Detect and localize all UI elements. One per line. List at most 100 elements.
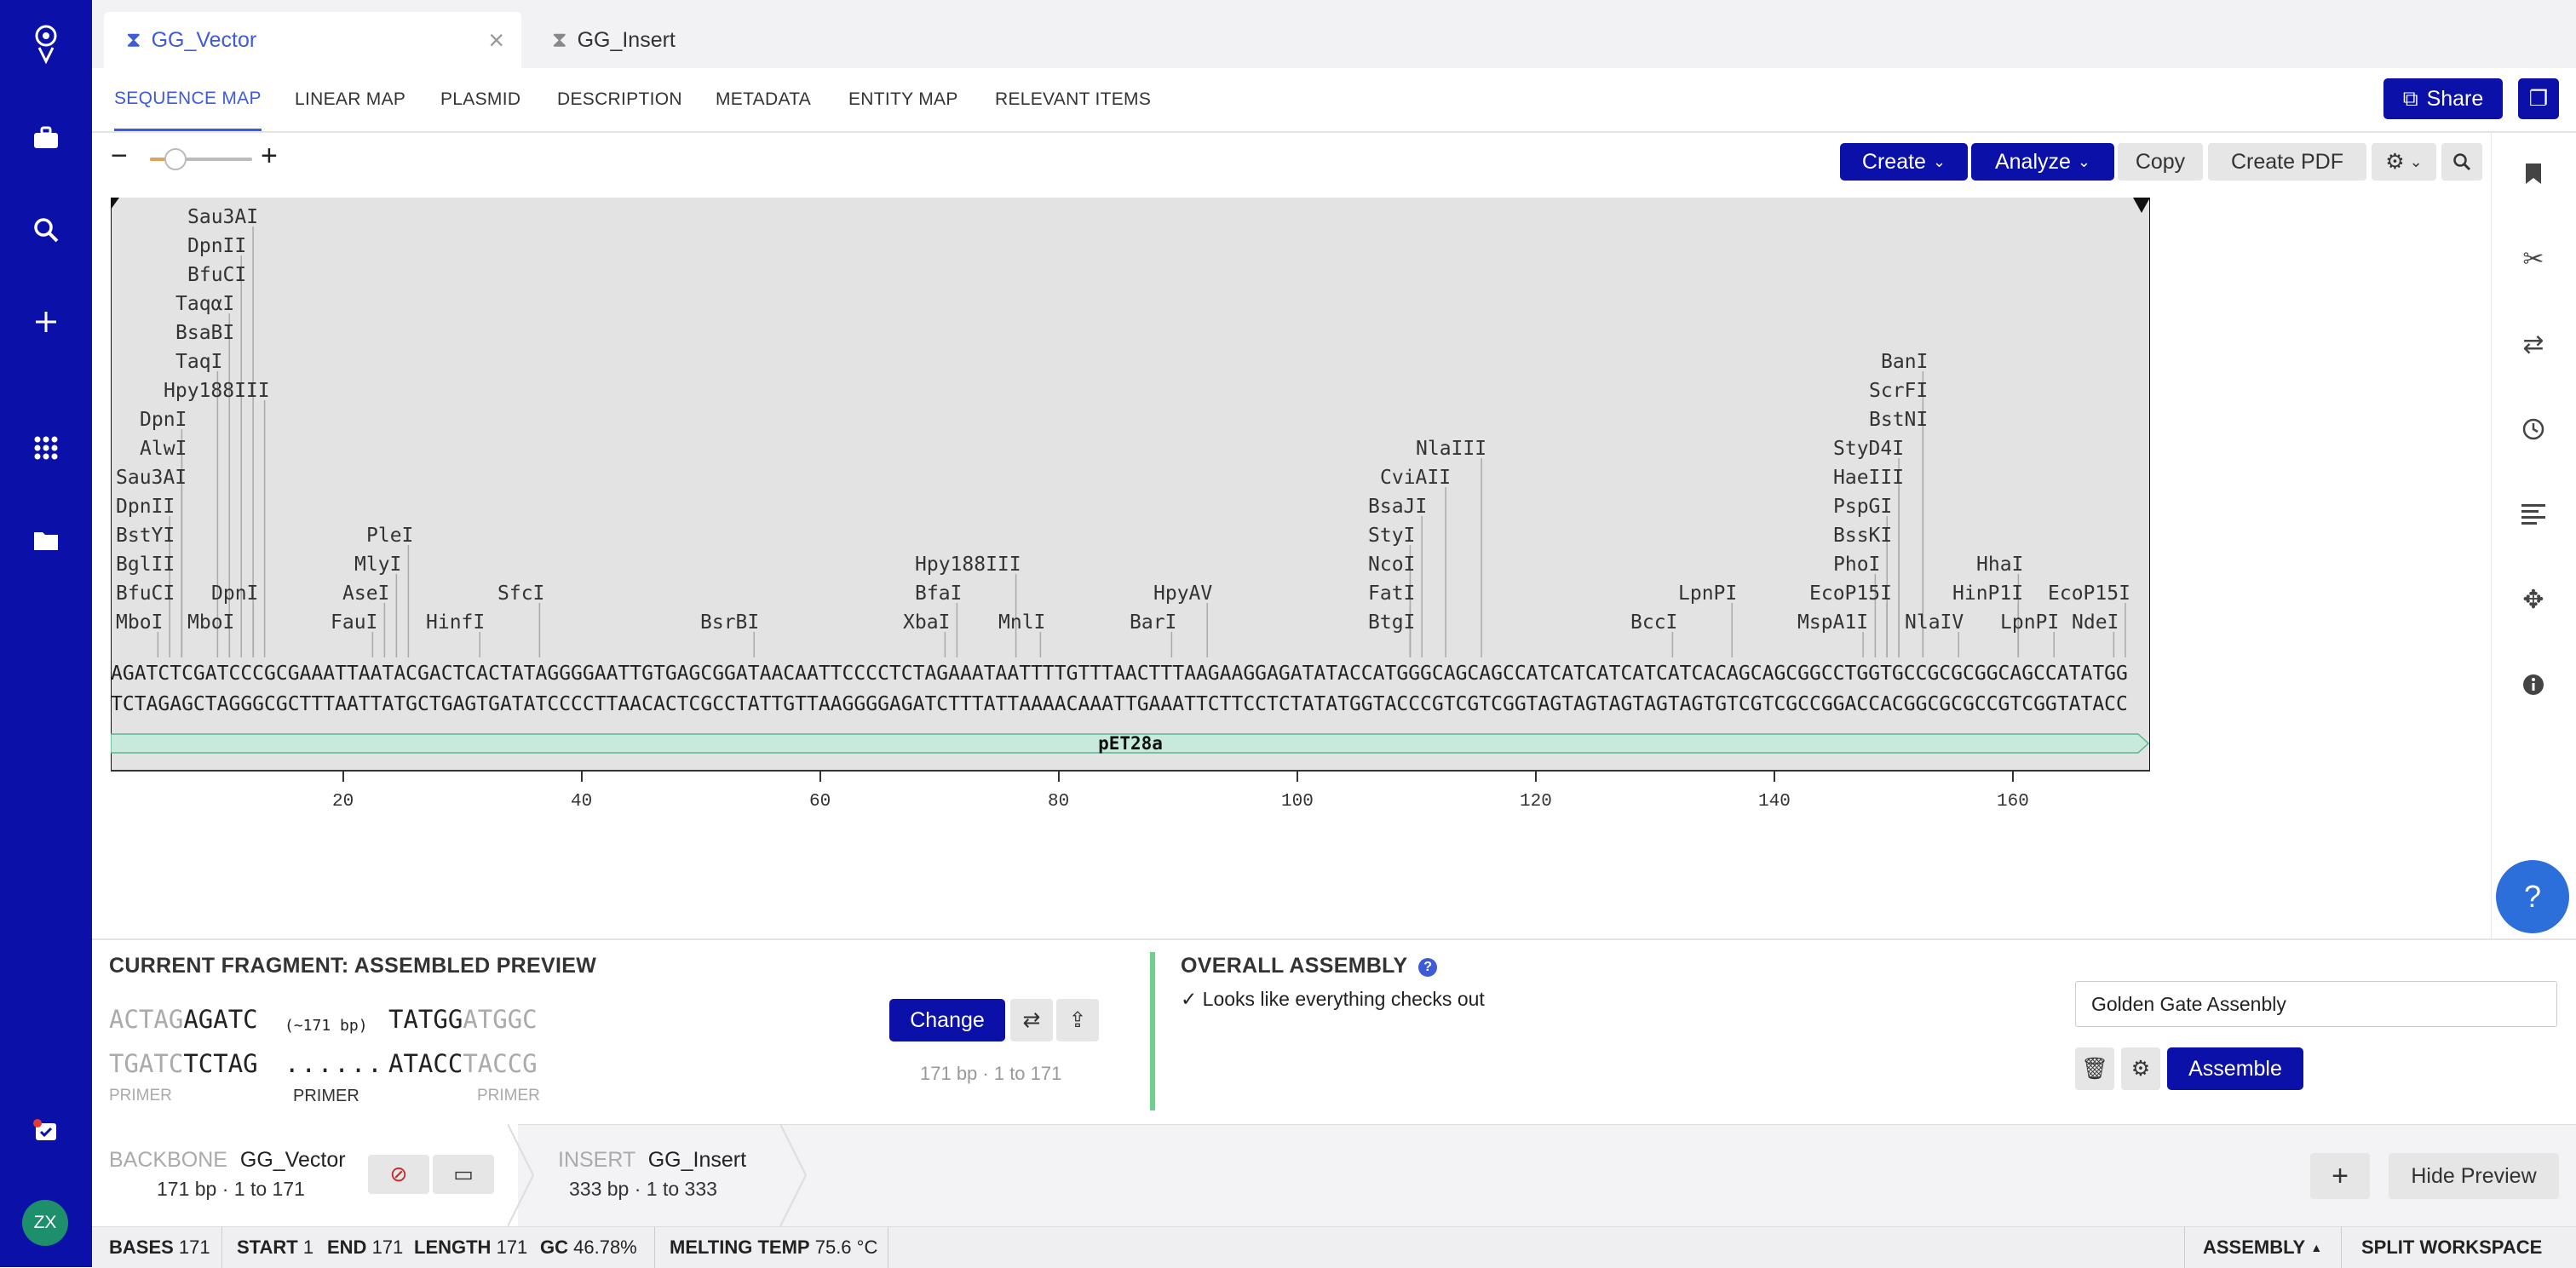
folder-icon[interactable] bbox=[0, 514, 92, 565]
enzyme-site[interactable]: HinP1I bbox=[1952, 582, 2023, 605]
enzyme-site[interactable]: NlaIV bbox=[1905, 611, 1964, 634]
assembly-name-input[interactable] bbox=[2075, 981, 2557, 1027]
zoom-in-icon[interactable]: + bbox=[261, 140, 278, 173]
enzyme-site[interactable]: HpyAV bbox=[1153, 582, 1212, 605]
user-avatar[interactable]: ZX bbox=[22, 1200, 68, 1246]
create-pdf-button[interactable]: Create PDF bbox=[2208, 143, 2366, 181]
enzyme-site[interactable]: StyI bbox=[1368, 525, 1415, 547]
tab-linear-map[interactable]: LINEAR MAP bbox=[295, 68, 405, 131]
search-icon[interactable] bbox=[2441, 143, 2482, 181]
enzyme-site[interactable]: MlyI bbox=[354, 554, 401, 576]
assembly-toggle[interactable]: ASSEMBLY ▲ bbox=[2203, 1227, 2322, 1268]
enzyme-site[interactable]: BtgI bbox=[1368, 611, 1415, 634]
disable-icon[interactable]: ⊘ bbox=[368, 1155, 429, 1194]
zoom-out-icon[interactable]: − bbox=[111, 140, 128, 173]
tab-plasmid[interactable]: PLASMID bbox=[440, 68, 520, 131]
enzyme-site[interactable]: MnlI bbox=[998, 611, 1045, 634]
swap-icon[interactable]: ⇄ bbox=[2491, 318, 2576, 370]
zoom-slider-thumb[interactable] bbox=[164, 148, 187, 170]
move-icon[interactable]: ✥ bbox=[2491, 574, 2576, 625]
enzyme-site[interactable]: TaqI bbox=[175, 351, 222, 373]
enzyme-site[interactable]: BfaI bbox=[915, 582, 962, 605]
enzyme-site[interactable]: BanI bbox=[1881, 351, 1928, 373]
enzyme-site[interactable]: BstYI bbox=[116, 525, 175, 547]
tab-sequence-map[interactable]: SEQUENCE MAP bbox=[114, 68, 262, 131]
tab-gg-vector[interactable]: ⧗ GG_Vector × bbox=[104, 12, 521, 68]
apps-grid-icon[interactable] bbox=[0, 422, 92, 473]
help-circle-icon[interactable]: ? bbox=[1418, 958, 1438, 977]
enzyme-site[interactable]: StyD4I bbox=[1833, 438, 1904, 460]
enzyme-site[interactable]: AlwI bbox=[140, 438, 187, 460]
enzyme-site[interactable]: HinfI bbox=[426, 611, 485, 634]
hide-preview-button[interactable]: Hide Preview bbox=[2389, 1153, 2559, 1199]
tab-description[interactable]: DESCRIPTION bbox=[557, 68, 682, 131]
history-icon[interactable] bbox=[2491, 404, 2576, 455]
enzyme-site[interactable]: DpnI bbox=[211, 582, 258, 605]
enzyme-site[interactable]: NlaIII bbox=[1416, 438, 1486, 460]
enzyme-site[interactable]: LpnPI bbox=[1678, 582, 1737, 605]
share-button[interactable]: ⧉ Share bbox=[2383, 78, 2503, 119]
enzyme-site[interactable]: BsrBI bbox=[700, 611, 759, 634]
enzyme-site[interactable]: Hpy188III bbox=[164, 380, 270, 402]
export-fragment-icon[interactable]: ⇪ bbox=[1056, 999, 1099, 1041]
scissors-icon[interactable]: ✂ bbox=[2491, 233, 2576, 284]
enzyme-site[interactable]: BarI bbox=[1130, 611, 1176, 634]
enzyme-site[interactable]: HhaI bbox=[1976, 554, 2023, 576]
edit-part-icon[interactable]: ▭ bbox=[433, 1155, 494, 1194]
inbox-notification-icon[interactable] bbox=[0, 1105, 92, 1156]
enzyme-site[interactable]: LpnPI bbox=[2000, 611, 2059, 634]
enzyme-site[interactable]: DpnII bbox=[116, 496, 175, 518]
sequence-bottom-strand[interactable]: TCTAGAGCTAGGGCGCTTTAATTATGCTGAGTGATATCCC… bbox=[111, 693, 2150, 715]
create-dropdown[interactable]: Create ⌄ bbox=[1840, 143, 1968, 181]
add-part-icon[interactable]: + bbox=[2310, 1153, 2370, 1199]
enzyme-site[interactable]: EcoP15I bbox=[2048, 582, 2130, 605]
enzyme-site[interactable]: BfuCI bbox=[116, 582, 175, 605]
change-button[interactable]: Change bbox=[889, 999, 1005, 1041]
plus-icon[interactable] bbox=[0, 296, 92, 347]
enzyme-site[interactable]: NdeI bbox=[2072, 611, 2119, 634]
enzyme-site[interactable]: BstNI bbox=[1869, 409, 1928, 431]
close-icon[interactable]: × bbox=[488, 25, 504, 56]
trash-icon[interactable]: 🗑 bbox=[2075, 1047, 2114, 1090]
enzyme-site[interactable]: PleI bbox=[366, 525, 413, 547]
enzyme-site[interactable]: BglII bbox=[116, 554, 175, 576]
bookmark-icon[interactable] bbox=[2491, 148, 2576, 199]
enzyme-site[interactable]: BssKI bbox=[1833, 525, 1892, 547]
enzyme-site[interactable]: NcoI bbox=[1368, 554, 1415, 576]
enzyme-site[interactable]: Hpy188III bbox=[915, 554, 1021, 576]
split-workspace-button[interactable]: SPLIT WORKSPACE bbox=[2361, 1227, 2542, 1268]
info-icon[interactable] bbox=[2491, 659, 2576, 710]
enzyme-site[interactable]: HaeIII bbox=[1833, 467, 1904, 489]
enzyme-site[interactable]: MboI bbox=[187, 611, 234, 634]
assemble-button[interactable]: Assemble bbox=[2167, 1047, 2303, 1090]
briefcase-icon[interactable] bbox=[0, 112, 92, 164]
enzyme-site[interactable]: DpnII bbox=[187, 235, 246, 257]
tab-metadata[interactable]: METADATA bbox=[716, 68, 811, 131]
enzyme-site[interactable]: EcoP15I bbox=[1809, 582, 1892, 605]
enzyme-site[interactable]: MboI bbox=[116, 611, 163, 634]
enzyme-site[interactable]: TaqαI bbox=[175, 293, 234, 315]
sequence-top-strand[interactable]: AGATCTCGATCCCGCGAAATTAATACGACTCACTATAGGG… bbox=[111, 663, 2150, 685]
app-logo-icon[interactable] bbox=[0, 19, 92, 70]
gear-icon[interactable]: ⚙ bbox=[2121, 1047, 2160, 1090]
tab-gg-insert[interactable]: ⧗ GG_Insert bbox=[552, 12, 808, 68]
copy-panel-icon[interactable]: ❐ bbox=[2518, 78, 2559, 119]
enzyme-site[interactable]: BsaBI bbox=[175, 322, 234, 344]
enzyme-site[interactable]: XbaI bbox=[903, 611, 950, 634]
sequence-map[interactable]: Sau3AI DpnII BfuCI TaqαI BsaBI TaqI Hpy1… bbox=[111, 198, 2150, 816]
enzyme-site[interactable]: BsaJI bbox=[1368, 496, 1427, 518]
tab-relevant-items[interactable]: RELEVANT ITEMS bbox=[995, 68, 1151, 131]
enzyme-site[interactable]: PhoI bbox=[1833, 554, 1880, 576]
enzyme-site[interactable]: BfuCI bbox=[187, 264, 246, 286]
enzyme-site[interactable]: FauI bbox=[331, 611, 377, 634]
enzyme-site[interactable]: ScrFI bbox=[1869, 380, 1928, 402]
search-icon[interactable] bbox=[0, 204, 92, 255]
enzyme-site[interactable]: Sau3AI bbox=[116, 467, 187, 489]
settings-dropdown[interactable]: ⚙ ⌄ bbox=[2372, 143, 2436, 181]
enzyme-site[interactable]: Sau3AI bbox=[187, 206, 258, 228]
tab-entity-map[interactable]: ENTITY MAP bbox=[848, 68, 958, 131]
enzyme-site[interactable]: CviAII bbox=[1380, 467, 1451, 489]
enzyme-site[interactable]: SfcI bbox=[497, 582, 544, 605]
copy-button[interactable]: Copy bbox=[2118, 143, 2203, 181]
enzyme-site[interactable]: MspA1I bbox=[1797, 611, 1868, 634]
